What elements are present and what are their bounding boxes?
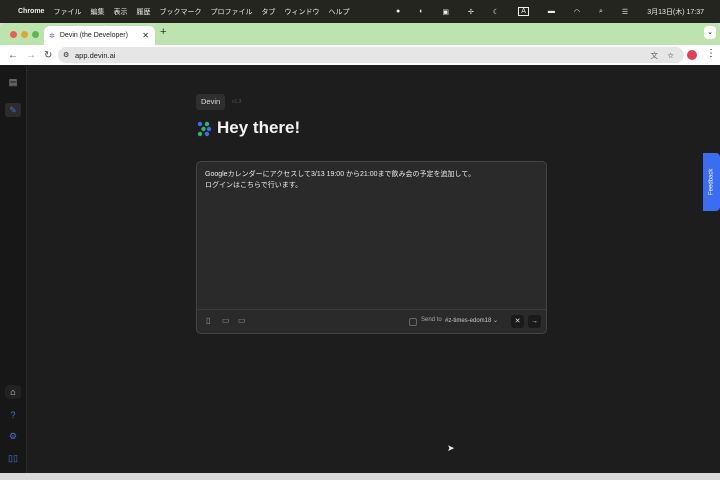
agent-mode-button[interactable]: ✕ [511, 315, 524, 328]
minimize-window-button[interactable] [21, 31, 28, 38]
chrome-menu-icon[interactable]: ⋮ [706, 48, 716, 59]
tab-strip: ✲ Devin (the Developer) ✕ + ⌄ [0, 23, 720, 45]
fan-icon[interactable]: ✢ [468, 8, 474, 16]
battery-app-icon[interactable]: ▣ [442, 8, 449, 16]
devin-pill[interactable]: Devin [196, 94, 226, 110]
prompt-box[interactable]: Googleカレンダーにアクセスして3/13 19:00 から21:00まで飲み… [196, 161, 547, 334]
moon-icon[interactable]: ☾ [493, 8, 499, 16]
monitor-icon[interactable]: ▭ [238, 316, 246, 325]
translate-icon[interactable]: 文 [651, 50, 659, 61]
address-bar-row: ← → ↻ ⚙ app.devin.ai 文 ☆ ⋮ [0, 45, 720, 65]
knowledge-book-icon[interactable]: ▭ [222, 316, 230, 325]
new-tab-button[interactable]: + [160, 26, 166, 38]
settings-gear-icon[interactable]: ⚙ [5, 429, 21, 443]
battery-icon[interactable]: ▬ [548, 8, 555, 15]
url-text: app.devin.ai [75, 50, 116, 60]
devin-favicon-icon: ✲ [49, 32, 55, 40]
mouse-cursor-icon: ➤ [447, 443, 455, 453]
macos-menu-bar: Chrome ファイル 編集 表示 履歴 ブックマーク プロファイル タブ ウィ… [0, 0, 720, 23]
help-icon[interactable]: ? [5, 408, 21, 422]
reload-icon[interactable]: ↻ [44, 50, 54, 61]
devin-app: ▤ ✎ ⌂ ? ⚙ ▯▯ Devin v1.3 Hey there! Googl… [0, 65, 720, 473]
forward-icon[interactable]: → [26, 50, 36, 61]
tab-search-chevron-icon[interactable]: ⌄ [704, 26, 716, 39]
channel-select[interactable]: #z-times-edom18 ⌄ [445, 317, 498, 324]
tab-devin[interactable]: ✲ Devin (the Developer) ✕ [44, 26, 155, 45]
sidebar: ▤ ✎ ⌂ ? ⚙ ▯▯ [0, 65, 27, 473]
prompt-toolbar: ▯ ▭ ▭ Send to #z-times-edom18 ⌄ ✕ → [197, 309, 546, 333]
menu-help[interactable]: ヘルプ [328, 7, 349, 17]
menu-tab[interactable]: タブ [261, 7, 275, 17]
control-center-icon[interactable]: ☰ [622, 8, 628, 16]
prompt-line-2: ログインはこちらで行います。 [205, 182, 303, 189]
bookmark-star-icon[interactable]: ☆ [667, 51, 674, 60]
channel-name: #z-times-edom18 [445, 318, 492, 324]
prompt-input[interactable]: Googleカレンダーにアクセスして3/13 19:00 から21:00まで飲み… [205, 169, 475, 191]
site-info-icon[interactable]: ⚙ [63, 51, 69, 59]
send-to-checkbox[interactable] [409, 318, 417, 326]
gift-icon[interactable]: ⌂ [5, 385, 21, 399]
docs-book-icon[interactable]: ▯▯ [5, 451, 21, 465]
menu-app[interactable]: Chrome [18, 8, 44, 15]
send-to-label: Send to [421, 317, 442, 323]
search-icon[interactable]: ⌕ [599, 8, 603, 16]
chevron-down-icon: ⌄ [493, 318, 499, 324]
feedback-label: Feedback [708, 168, 715, 196]
prompt-line-1: Googleカレンダーにアクセスして3/13 19:00 から21:00まで飲み… [205, 171, 476, 178]
volume-icon[interactable]: ◐ [419, 8, 423, 15]
close-tab-icon[interactable]: ✕ [142, 31, 149, 40]
devin-logo-icon [197, 121, 212, 137]
attach-file-icon[interactable]: ▯ [206, 316, 210, 325]
input-mode-icon[interactable]: A [518, 7, 529, 16]
menu-bookmarks[interactable]: ブックマーク [159, 7, 201, 17]
menu-profiles[interactable]: プロファイル [210, 7, 252, 17]
wifi-icon[interactable]: ◠ [574, 8, 580, 16]
feedback-button[interactable]: Feedback [703, 153, 720, 211]
submit-arrow-button[interactable]: → [528, 315, 541, 328]
profile-avatar[interactable] [687, 50, 697, 60]
menu-history[interactable]: 履歴 [136, 7, 150, 17]
page-heading: Hey there! [217, 118, 301, 137]
close-window-button[interactable] [10, 31, 17, 38]
back-icon[interactable]: ← [8, 50, 18, 61]
menu-window[interactable]: ウィンドウ [284, 7, 319, 17]
tab-title: Devin (the Developer) [59, 32, 128, 39]
new-session-pencil-icon[interactable]: ✎ [5, 103, 21, 117]
version-label: v1.3 [232, 99, 242, 105]
menu-view[interactable]: 表示 [113, 7, 127, 17]
clock[interactable]: 3月13日(木) 17:37 [647, 7, 704, 17]
url-field[interactable]: ⚙ app.devin.ai 文 ☆ [58, 47, 684, 63]
maximize-window-button[interactable] [32, 31, 39, 38]
sessions-icon[interactable]: ▤ [5, 75, 21, 89]
menu-file[interactable]: ファイル [53, 7, 81, 17]
menu-edit[interactable]: 編集 [90, 7, 104, 17]
record-icon[interactable]: ● [396, 8, 400, 15]
